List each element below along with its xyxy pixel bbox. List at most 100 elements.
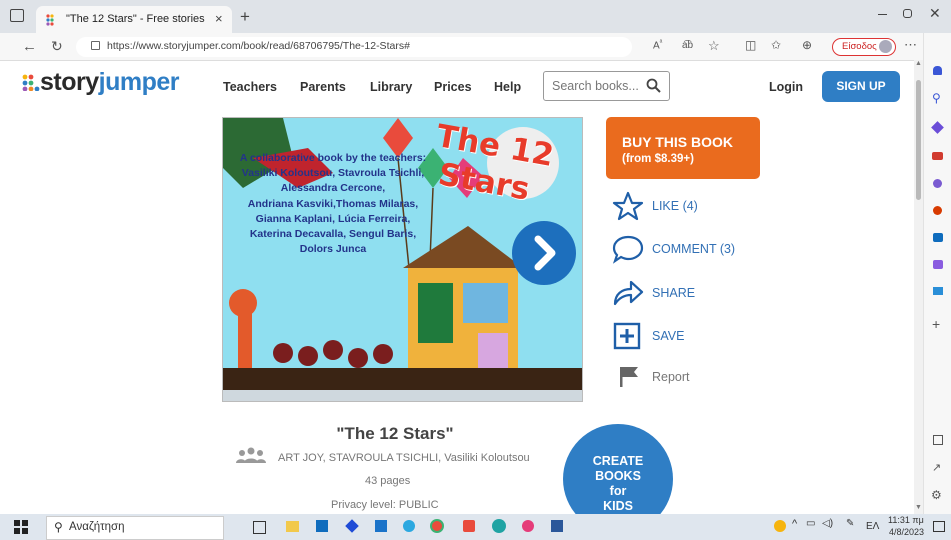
notification-center-icon[interactable] [933, 521, 945, 532]
clock-date[interactable]: 4/8/2023 [889, 527, 924, 537]
add-sidebar-icon[interactable]: + [932, 316, 940, 332]
shopping-tag-icon[interactable] [931, 121, 944, 134]
new-tab-button[interactable]: + [240, 7, 250, 27]
search-books-input[interactable]: Search books... [543, 71, 670, 101]
nav-prices[interactable]: Prices [434, 80, 472, 94]
input-language[interactable]: ΕΛ [866, 521, 879, 532]
taskbar-app-icon[interactable] [522, 520, 534, 532]
like-button[interactable]: LIKE (4) [612, 191, 772, 221]
drop-icon[interactable] [933, 287, 943, 295]
cover-title: The 12 Stars [434, 118, 557, 208]
buy-price: (from $8.39+) [622, 153, 694, 165]
translate-icon[interactable]: a͡b [682, 40, 693, 51]
weather-icon[interactable] [774, 520, 786, 532]
read-aloud-icon[interactable]: Aᵃ [653, 39, 662, 51]
browser-tab[interactable]: "The 12 Stars" - Free stories onli × [36, 6, 232, 33]
scroll-thumb[interactable] [916, 80, 921, 200]
clock-time[interactable]: 11:31 πμ [888, 515, 924, 525]
chrome-icon[interactable] [430, 519, 444, 533]
profile-signin-button[interactable]: Είσοδος [832, 38, 896, 56]
outlook-icon[interactable] [933, 233, 943, 242]
designer-icon[interactable] [933, 260, 943, 269]
tab-actions-icon[interactable] [10, 9, 24, 22]
group-users-icon [236, 447, 266, 463]
share-button[interactable]: SHARE [612, 278, 772, 308]
office-icon[interactable] [933, 206, 942, 215]
sidebar-settings-icon[interactable]: ⚙ [931, 488, 942, 502]
task-view-icon[interactable] [253, 521, 266, 534]
more-menu-icon[interactable]: ⋯ [904, 37, 917, 53]
share-label: SHARE [652, 286, 696, 300]
windows-start-icon[interactable] [14, 520, 28, 534]
scroll-up-icon[interactable]: ▲ [915, 60, 922, 67]
tab-title: "The 12 Stars" - Free stories onli [66, 13, 206, 25]
create-line: BOOKS [595, 469, 641, 483]
comment-bubble-icon [612, 235, 644, 264]
book-authors[interactable]: ART JOY, STAVROULA TSICHLI, Vasiliki Kol… [278, 452, 530, 464]
chevron-right-icon [534, 235, 556, 271]
book-title: "The 12 Stars" [336, 424, 454, 443]
refresh-icon[interactable]: ↻ [51, 38, 63, 55]
people-icon[interactable] [933, 179, 942, 188]
login-link[interactable]: Login [769, 80, 803, 94]
volume-icon[interactable]: ◁) [822, 518, 833, 529]
nav-teachers[interactable]: Teachers [223, 80, 277, 94]
cover-credit-line: Andriana Kasviki,Thomas Milaras, [247, 197, 419, 210]
page-scrollbar[interactable]: ▲ ▼ [914, 60, 923, 514]
taskbar-app-icon[interactable] [375, 520, 387, 532]
taskbar-app-icon[interactable] [403, 520, 415, 532]
back-icon[interactable]: ← [22, 38, 37, 55]
lock-icon [91, 41, 100, 50]
file-explorer-icon[interactable] [286, 521, 299, 532]
next-page-button[interactable] [512, 221, 576, 285]
add-square-icon [613, 322, 641, 350]
cover-credit-line: Alessandra Cercone, [280, 182, 386, 195]
sign-up-button[interactable]: SIGN UP [822, 71, 900, 102]
storyjumper-logo[interactable]: storyjumper [22, 68, 180, 97]
external-open-icon[interactable]: ↗ [932, 461, 941, 474]
sidebar-search-icon[interactable]: ⚲ [932, 91, 941, 105]
tray-chevron-icon[interactable]: ^ [792, 518, 797, 530]
nav-help[interactable]: Help [494, 80, 521, 94]
taskbar-app-icon[interactable] [463, 520, 475, 532]
scroll-down-icon[interactable]: ▼ [915, 504, 922, 511]
sidebar-layout-icon[interactable] [933, 435, 943, 445]
buy-this-book-button[interactable]: BUY THIS BOOK (from $8.39+) [606, 117, 760, 179]
flag-icon [620, 367, 638, 387]
cover-credit-line: Gianna Kaplani, Lúcia Ferreira, [255, 212, 411, 225]
word-icon[interactable] [551, 520, 563, 532]
restore-icon[interactable] [903, 9, 912, 18]
nav-library[interactable]: Library [370, 80, 412, 94]
logo-story-text: story [40, 68, 99, 96]
report-button[interactable]: Report [612, 362, 772, 392]
cover-credit-line: A collaborative book by the teachers: [239, 152, 427, 164]
cover-credit-line: Vasiliki Koloutsou, Stavroula Tsichli, [241, 167, 425, 180]
cover-credits: A collaborative book by the teachers: Va… [227, 151, 439, 257]
signin-label: Είσοδος [842, 41, 877, 52]
favorites-icon[interactable]: ✩ [771, 38, 781, 52]
storyjumper-favicon-icon [46, 14, 54, 26]
nav-parents[interactable]: Parents [300, 80, 346, 94]
tools-briefcase-icon[interactable] [932, 152, 943, 160]
save-button[interactable]: SAVE [612, 321, 772, 351]
comment-button[interactable]: COMMENT (3) [612, 234, 772, 264]
star-icon [612, 191, 644, 221]
taskbar-search-field[interactable]: ⚲ Αναζήτηση [46, 516, 224, 540]
notification-bell-icon[interactable] [933, 66, 942, 75]
search-icon[interactable] [646, 78, 661, 93]
network-icon[interactable]: ▭ [806, 518, 815, 529]
pen-icon[interactable]: ✎ [846, 518, 854, 529]
microsoft-store-icon[interactable] [316, 520, 328, 532]
logo-dots-icon [22, 69, 40, 92]
url-text[interactable]: https://www.storyjumper.com/book/read/68… [107, 36, 707, 56]
favorite-star-icon[interactable]: ☆ [708, 38, 720, 54]
close-window-icon[interactable]: ✕ [929, 5, 941, 22]
collections-icon[interactable]: ⊕ [802, 38, 812, 52]
taskbar-search-placeholder: Αναζήτηση [69, 521, 125, 533]
edge-icon[interactable] [492, 519, 506, 533]
split-screen-icon[interactable]: ◫ [745, 38, 756, 52]
privacy-level: Privacy level: PUBLIC [331, 499, 439, 511]
minimize-icon[interactable] [878, 14, 887, 15]
create-line: KIDS [603, 499, 633, 513]
tab-close-icon[interactable]: × [215, 11, 223, 26]
